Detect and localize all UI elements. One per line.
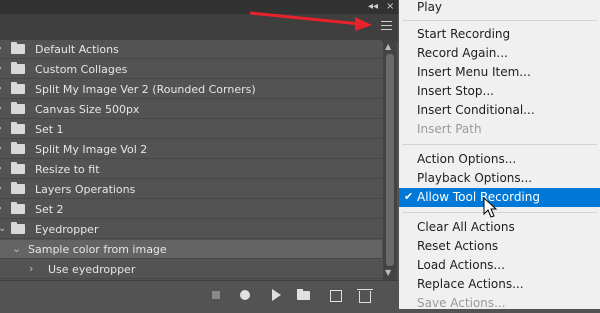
- stop-icon[interactable]: [212, 291, 220, 299]
- menu-item-replace-actions[interactable]: Replace Actions...: [399, 275, 600, 294]
- action-set-label: Split My Image Vol 2: [35, 143, 148, 156]
- folder-icon: [11, 202, 25, 214]
- action-set-label: Layers Operations: [35, 183, 136, 196]
- folder-icon: [11, 142, 25, 154]
- menu-item-label: Insert Menu Item...: [417, 65, 531, 79]
- menu-item-label: Load Actions...: [417, 258, 505, 272]
- menu-item-play[interactable]: Play: [399, 0, 600, 17]
- folder-icon: [11, 82, 25, 94]
- folder-icon: [11, 102, 25, 114]
- menu-item-save-actions: Save Actions...: [399, 294, 600, 313]
- menu-item-action-options[interactable]: Action Options...: [399, 150, 600, 169]
- action-set-label: Set 1: [35, 123, 64, 136]
- chevron-right-icon[interactable]: ›: [0, 103, 2, 114]
- chevron-right-icon[interactable]: ›: [29, 262, 33, 275]
- scroll-up-icon[interactable]: ▲: [385, 42, 391, 51]
- action-set-row[interactable]: › Layers Operations: [0, 180, 382, 199]
- menu-separator: [402, 212, 597, 213]
- folder-icon: [11, 182, 25, 194]
- chevron-right-icon[interactable]: ›: [0, 43, 2, 54]
- chevron-down-icon[interactable]: ⌄: [12, 242, 21, 255]
- menu-item-label: Save Actions...: [417, 296, 506, 310]
- delete-icon[interactable]: [357, 289, 373, 303]
- folder-icon: [11, 42, 25, 54]
- menu-item-label: Allow Tool Recording: [417, 190, 540, 204]
- menu-item-insert-menu-item[interactable]: Insert Menu Item...: [399, 63, 600, 82]
- play-icon[interactable]: [272, 289, 281, 301]
- menu-item-label: Record Again...: [417, 46, 508, 60]
- action-set-row[interactable]: › Split My Image Ver 2 (Rounded Corners): [0, 80, 382, 99]
- new-set-icon[interactable]: [297, 289, 310, 300]
- chevron-down-icon[interactable]: ⌄: [0, 223, 6, 234]
- menu-item-label: Insert Conditional...: [417, 103, 535, 117]
- action-set-row[interactable]: › Set 1: [0, 120, 382, 139]
- panel-title-strip: ◂◂ ×: [0, 0, 398, 14]
- action-set-row[interactable]: › Set 2: [0, 200, 382, 219]
- menu-item-reset-actions[interactable]: Reset Actions: [399, 237, 600, 256]
- action-label: Sample color from image: [28, 243, 167, 256]
- action-set-row[interactable]: › Split My Image Vol 2: [0, 140, 382, 159]
- action-step-label: Use eyedropper: [48, 263, 136, 276]
- scrollbar[interactable]: ▲ ▼: [383, 40, 397, 280]
- action-set-label: Default Actions: [35, 43, 119, 56]
- chevron-right-icon[interactable]: ›: [0, 83, 2, 94]
- checkmark-icon: ✔: [404, 190, 414, 203]
- menu-item-insert-path: Insert Path: [399, 120, 600, 139]
- menu-item-label: Insert Stop...: [417, 84, 494, 98]
- action-set-row[interactable]: › Canvas Size 500px: [0, 100, 382, 119]
- action-set-label: Resize to fit: [35, 163, 100, 176]
- menu-item-label: Clear All Actions: [417, 220, 515, 234]
- close-icon[interactable]: ×: [386, 1, 394, 13]
- menu-item-allow-tool-recording[interactable]: ✔ Allow Tool Recording: [399, 188, 600, 207]
- panel-menu-icon[interactable]: [381, 21, 392, 31]
- chevron-right-icon[interactable]: ›: [0, 123, 2, 134]
- new-action-icon[interactable]: [330, 290, 342, 302]
- menu-item-insert-conditional[interactable]: Insert Conditional...: [399, 101, 600, 120]
- record-icon[interactable]: [240, 290, 250, 300]
- action-set-row[interactable]: › Default Actions: [0, 40, 382, 59]
- folder-icon: [11, 62, 25, 74]
- menu-item-clear-all-actions[interactable]: Clear All Actions: [399, 218, 600, 237]
- action-set-row[interactable]: › Custom Collages: [0, 60, 382, 79]
- actions-list: › Default Actions › Custom Collages › Sp…: [0, 40, 382, 280]
- menu-item-record-again[interactable]: Record Again...: [399, 44, 600, 63]
- chevron-right-icon[interactable]: ›: [0, 203, 2, 214]
- menu-item-load-actions[interactable]: Load Actions...: [399, 256, 600, 275]
- scroll-down-icon[interactable]: ▼: [385, 268, 391, 277]
- action-set-label: Canvas Size 500px: [35, 103, 140, 116]
- menu-separator: [402, 144, 597, 145]
- folder-icon: [11, 222, 25, 234]
- panel-tab-bar: [0, 14, 398, 41]
- folder-icon: [11, 122, 25, 134]
- chevron-right-icon[interactable]: ›: [0, 143, 2, 154]
- action-set-label: Set 2: [35, 203, 64, 216]
- chevron-right-icon[interactable]: ›: [0, 163, 2, 174]
- action-step-row[interactable]: › Use eyedropper: [0, 260, 382, 279]
- menu-item-label: Replace Actions...: [417, 277, 524, 291]
- menu-item-label: Playback Options...: [417, 171, 533, 185]
- action-set-label: Eyedropper: [35, 223, 99, 236]
- chevron-right-icon[interactable]: ›: [0, 63, 2, 74]
- collapse-icon[interactable]: ◂◂: [368, 1, 378, 13]
- action-row[interactable]: ⌄ Sample color from image: [0, 240, 382, 259]
- menu-item-label: Start Recording: [417, 27, 511, 41]
- action-set-label: Split My Image Ver 2 (Rounded Corners): [35, 83, 256, 96]
- scrollbar-thumb[interactable]: [386, 54, 394, 266]
- action-set-row[interactable]: ⌄ Eyedropper: [0, 220, 382, 239]
- action-set-row[interactable]: › Resize to fit: [0, 160, 382, 179]
- panel-flyout-menu: Play Start Recording Record Again... Ins…: [399, 0, 600, 310]
- panel-toolbar: [0, 280, 398, 309]
- menu-item-playback-options[interactable]: Playback Options...: [399, 169, 600, 188]
- menu-item-insert-stop[interactable]: Insert Stop...: [399, 82, 600, 101]
- menu-item-label: Insert Path: [417, 122, 482, 136]
- chevron-right-icon[interactable]: ›: [0, 183, 2, 194]
- menu-item-label: Action Options...: [417, 152, 517, 166]
- menu-item-label: Play: [417, 0, 443, 14]
- menu-item-start-recording[interactable]: Start Recording: [399, 25, 600, 44]
- actions-panel: ◂◂ × › Default Actions › Custom Collages…: [0, 0, 398, 309]
- folder-icon: [11, 162, 25, 174]
- menu-separator: [402, 20, 597, 21]
- action-set-label: Custom Collages: [35, 63, 128, 76]
- menu-item-label: Reset Actions: [417, 239, 499, 253]
